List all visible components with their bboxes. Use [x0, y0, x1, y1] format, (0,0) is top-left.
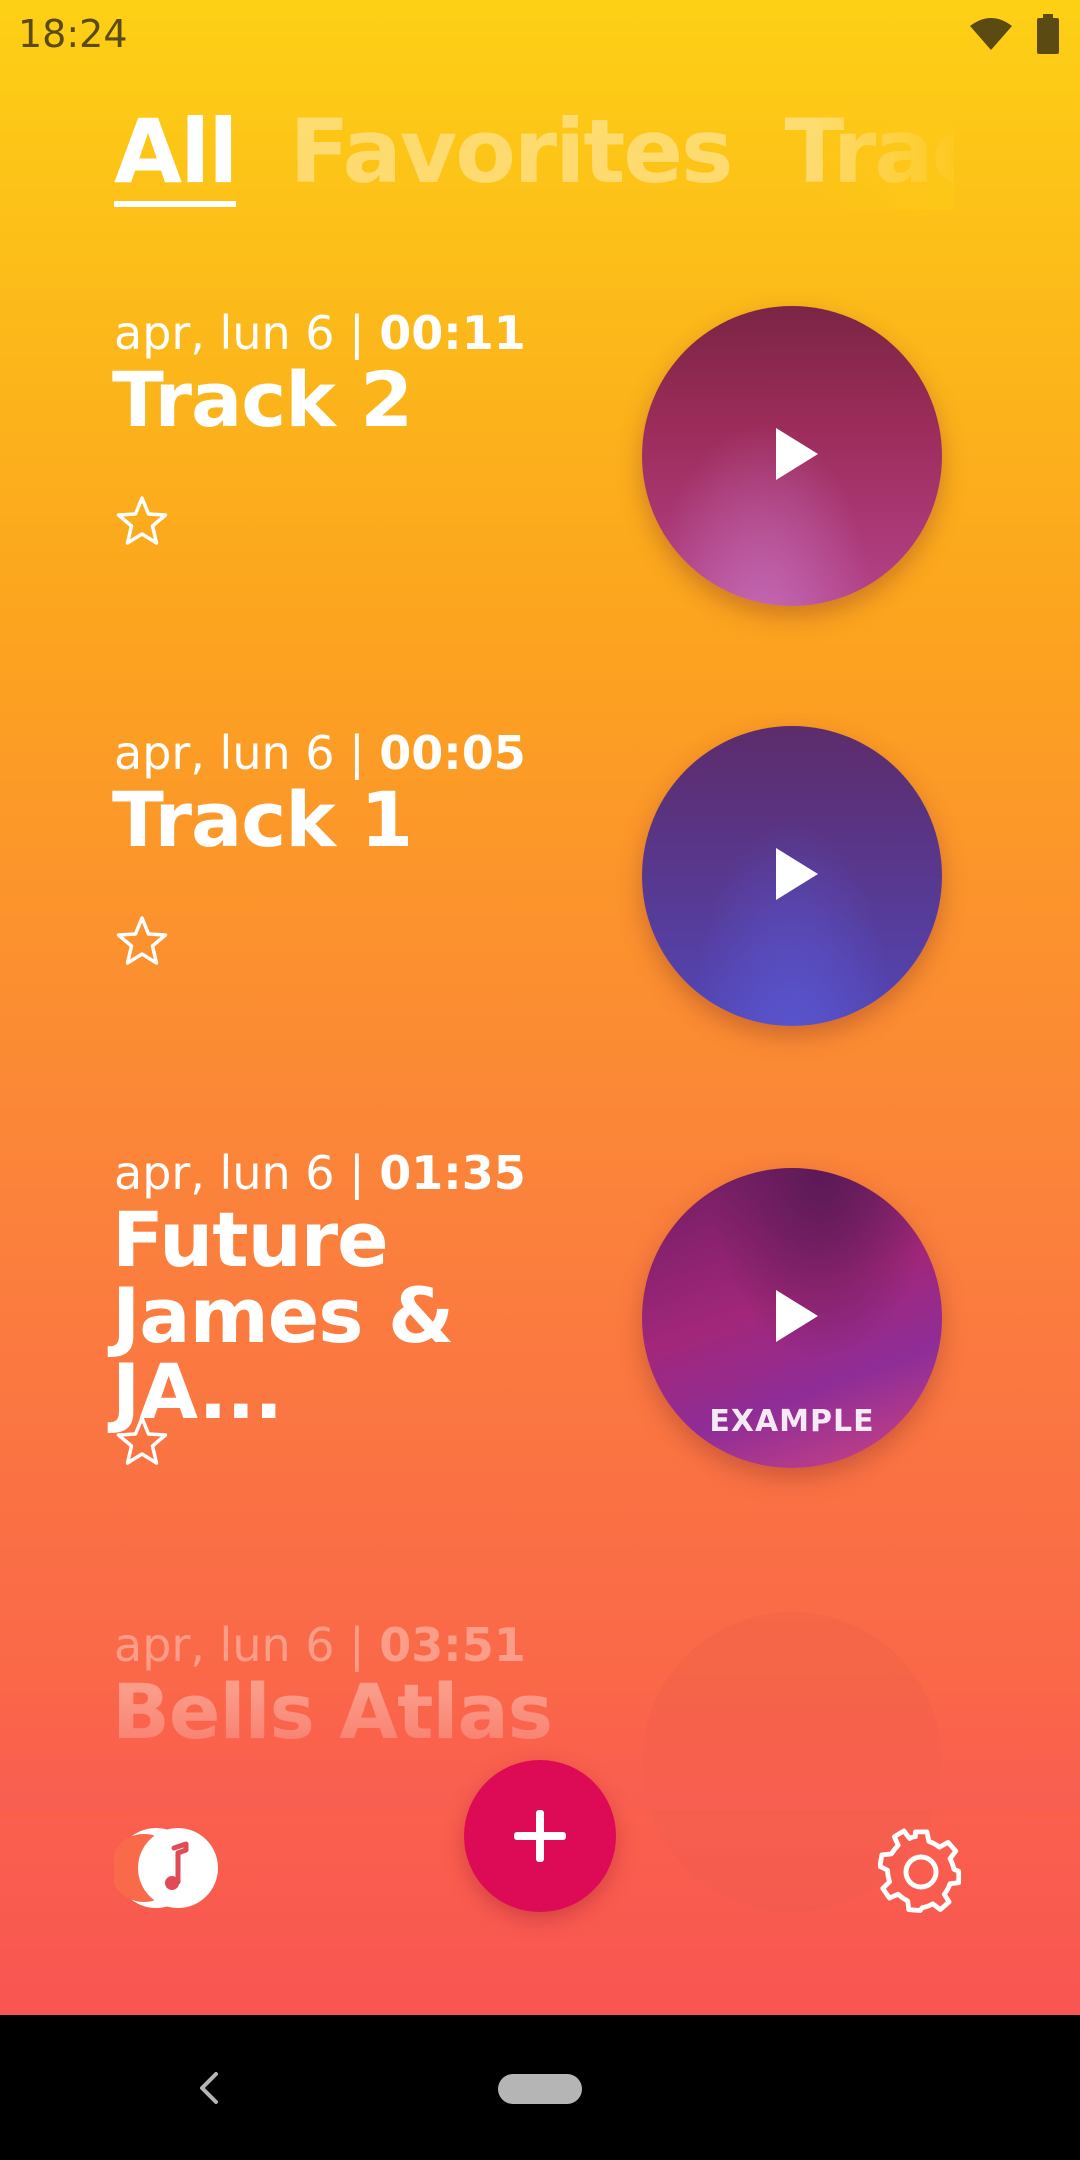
- track-meta: apr, lun 6 | 00:05: [114, 726, 526, 780]
- plus-icon: [514, 1810, 566, 1862]
- play-icon: [776, 1290, 818, 1342]
- track-play-disc[interactable]: [642, 306, 942, 606]
- track-duration: 00:05: [379, 726, 526, 780]
- tabs-fade-overlay: [814, 100, 954, 210]
- track-meta: apr, lun 6 | 00:11: [114, 306, 526, 360]
- battery-icon: [1037, 14, 1059, 54]
- app-logo-music-icon[interactable]: [114, 1826, 220, 1910]
- play-icon: [776, 428, 818, 480]
- star-icon[interactable]: [114, 914, 170, 970]
- track-meta: apr, lun 6 | 01:35: [114, 1146, 526, 1200]
- tab-all[interactable]: All: [114, 100, 238, 207]
- track-title: Track 2: [112, 355, 413, 444]
- gear-icon[interactable]: [878, 1828, 964, 1914]
- tab-favorites[interactable]: Favorites: [290, 100, 734, 203]
- track-date: apr, lun 6 |: [114, 306, 365, 360]
- track-duration: 00:11: [379, 306, 526, 360]
- status-time: 18:24: [18, 12, 128, 56]
- track-date: apr, lun 6 |: [114, 1146, 365, 1200]
- track-date: apr, lun 6 |: [114, 1618, 365, 1672]
- star-icon[interactable]: [114, 1414, 170, 1470]
- status-bar: 18:24: [0, 0, 1080, 72]
- track-title: Future James & JA...: [112, 1195, 454, 1436]
- wifi-icon: [970, 18, 1012, 50]
- play-icon: [776, 848, 818, 900]
- track-duration: 01:35: [379, 1146, 526, 1200]
- app-screen: 18:24 All Favorites Tracks apr, lun 6 | …: [0, 0, 1080, 2015]
- star-icon[interactable]: [114, 494, 170, 550]
- track-play-disc[interactable]: EXAMPLE: [642, 1168, 942, 1468]
- status-icons: [968, 14, 1060, 54]
- track-item[interactable]: apr, lun 6 | 00:05 Track 1: [0, 726, 1080, 1056]
- track-item[interactable]: apr, lun 6 | 01:35 Future James & JA... …: [0, 1146, 1080, 1546]
- track-title: Track 1: [112, 775, 413, 864]
- track-meta: apr, lun 6 | 03:51: [114, 1618, 526, 1672]
- tab-bar: All Favorites Tracks: [114, 100, 954, 210]
- home-pill[interactable]: [498, 2074, 582, 2104]
- track-play-disc[interactable]: [642, 726, 942, 1026]
- track-item[interactable]: apr, lun 6 | 00:11 Track 2: [0, 306, 1080, 636]
- back-icon[interactable]: [196, 2070, 220, 2106]
- add-track-button[interactable]: [464, 1760, 616, 1912]
- track-duration: 03:51: [379, 1618, 526, 1672]
- example-badge: EXAMPLE: [709, 1404, 875, 1439]
- track-date: apr, lun 6 |: [114, 726, 365, 780]
